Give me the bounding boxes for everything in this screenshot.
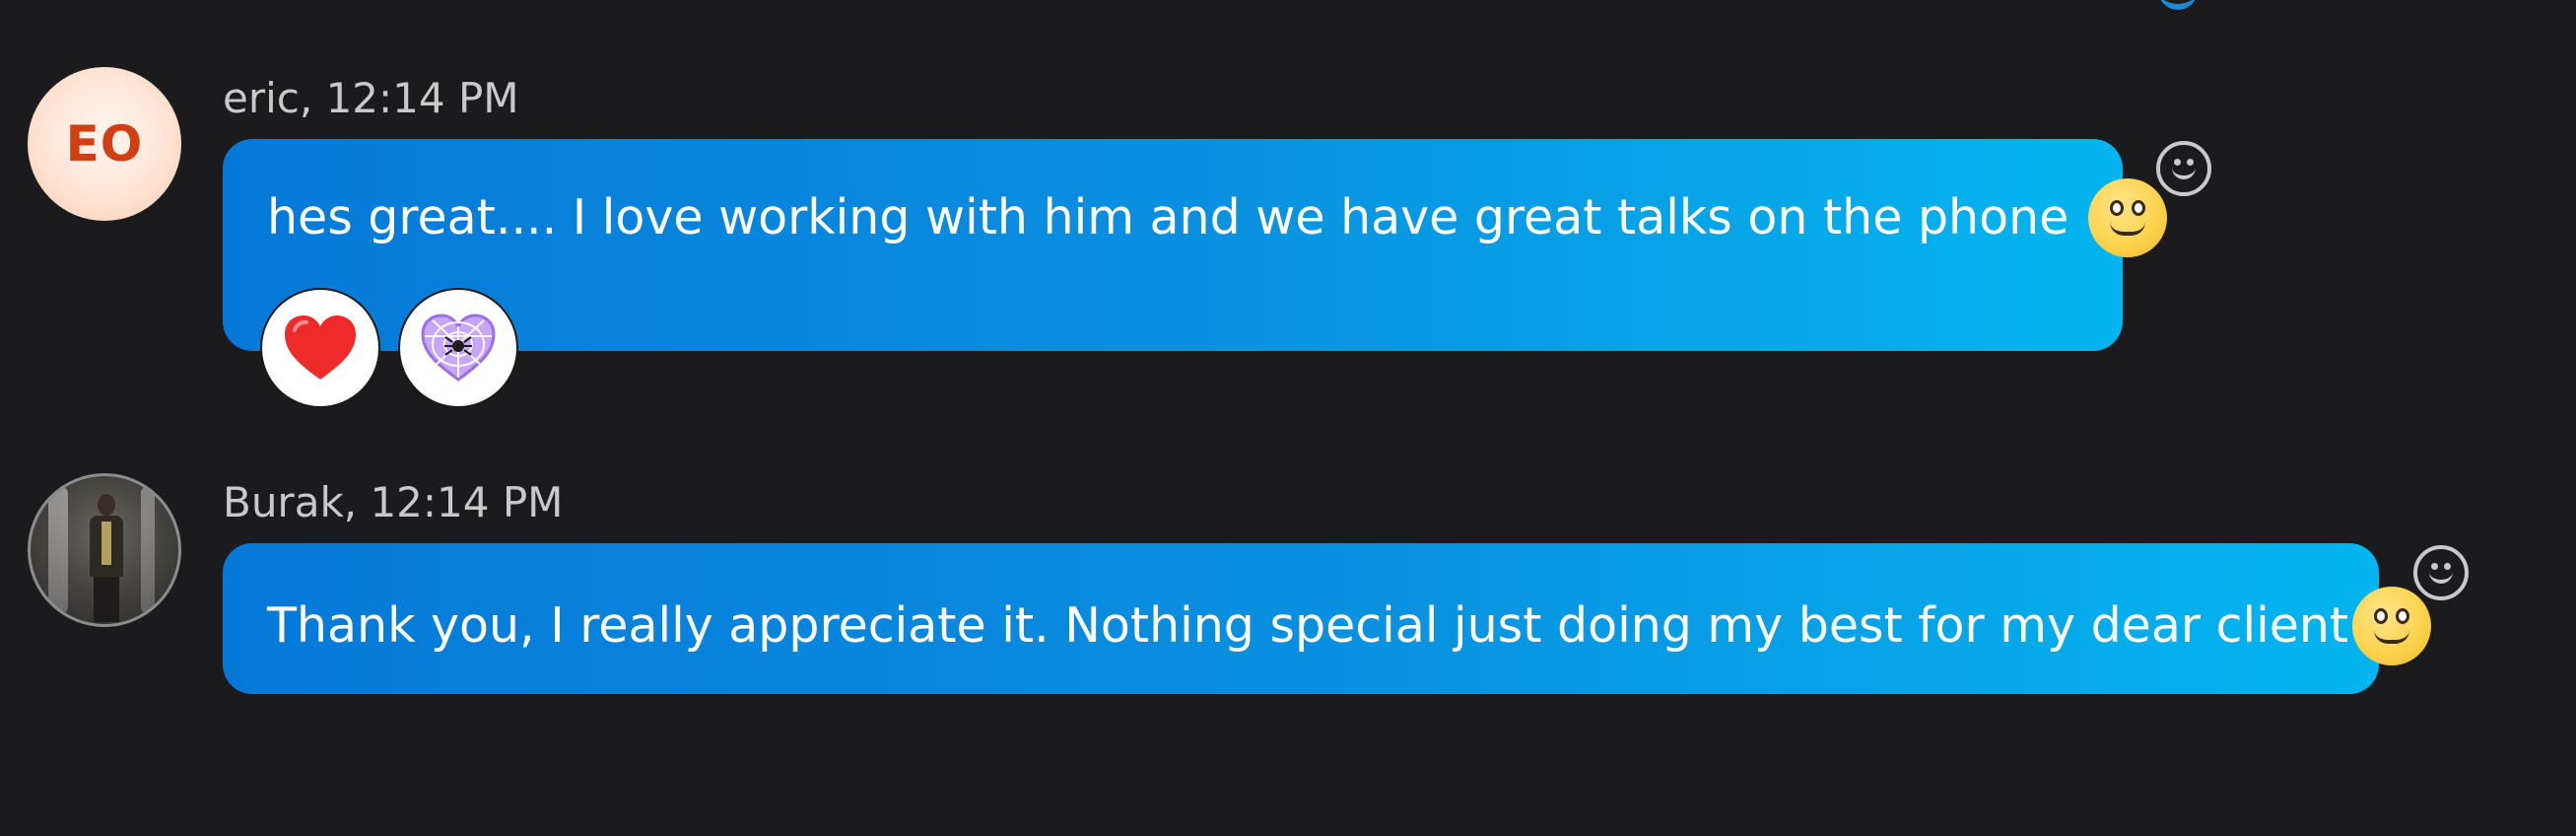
previous-message-edge xyxy=(2158,0,2198,10)
message-text: hes great.... I love working with him an… xyxy=(267,189,2069,245)
message-text: Thank you, I really appreciate it. Nothi… xyxy=(267,597,2349,654)
avatar[interactable]: EO xyxy=(28,67,181,221)
add-reaction-icon[interactable] xyxy=(2413,545,2469,600)
chat-conversation: EO eric, 12:14 PM hes great.... I love w… xyxy=(0,0,2576,836)
avatar-initials: EO xyxy=(65,115,144,173)
reaction-spider-web-heart[interactable] xyxy=(400,290,516,406)
message-sender-time: Burak, 12:14 PM xyxy=(223,478,564,526)
message-reactions xyxy=(262,290,516,406)
red-heart-icon xyxy=(285,315,356,380)
avatar-photo-person xyxy=(90,494,123,622)
add-reaction-icon[interactable] xyxy=(2156,141,2211,196)
slightly-smiling-face-icon xyxy=(2088,178,2168,257)
message-sender-time: eric, 12:14 PM xyxy=(223,74,519,122)
slightly-smiling-face-icon xyxy=(2352,587,2432,665)
message-bubble[interactable]: Thank you, I really appreciate it. Nothi… xyxy=(223,543,2432,694)
reaction-red-heart[interactable] xyxy=(262,290,378,406)
spider-web-heart-icon xyxy=(421,314,496,382)
avatar[interactable] xyxy=(28,473,181,627)
